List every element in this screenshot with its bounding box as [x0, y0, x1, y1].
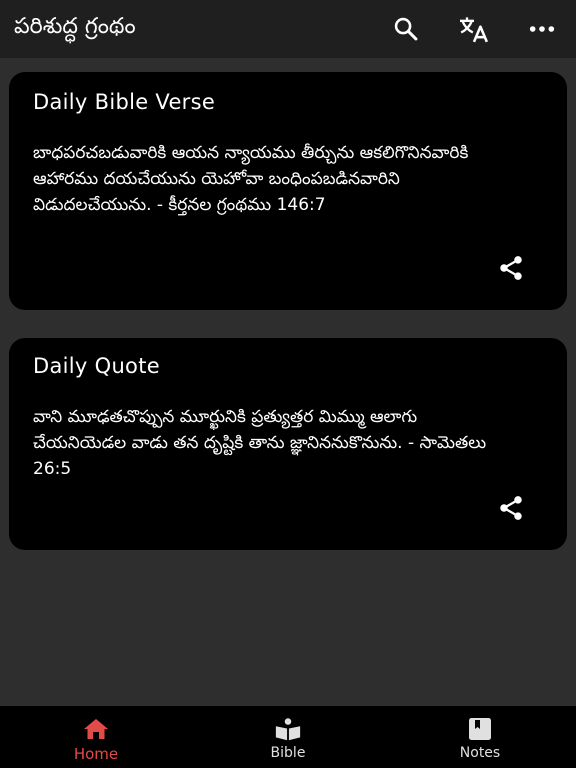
verse-text: బాధపరచబడువారికి ఆయన న్యాయము తీర్చును ఆకల…: [33, 143, 469, 215]
search-button[interactable]: [372, 0, 440, 58]
translate-button[interactable]: [440, 0, 508, 58]
share-quote-button[interactable]: [495, 492, 527, 524]
nav-notes[interactable]: Notes: [384, 706, 576, 768]
more-options-button[interactable]: [508, 0, 576, 58]
app-title: పరిశుద్ధ గ్రంథం: [14, 14, 136, 39]
card-title: Daily Bible Verse: [33, 90, 216, 114]
nav-label-home: Home: [73, 745, 119, 763]
share-icon: [500, 496, 522, 520]
quote-text: వాని మూఢతచొప్పున మూర్ఖునికి ప్రత్యుత్తర …: [33, 407, 487, 479]
bottom-navigation: Home Bible Notes: [0, 706, 576, 768]
home-content: Daily Bible Verse బాధపరచబడువారికి ఆయన న్…: [0, 58, 576, 706]
nav-label-bible: Bible: [270, 745, 306, 761]
daily-verse-card[interactable]: Daily Bible Verse బాధపరచబడువారికి ఆయన న్…: [9, 72, 567, 310]
app-bar-actions: [372, 0, 576, 58]
share-verse-button[interactable]: [495, 252, 527, 284]
daily-quote-card[interactable]: Daily Quote వాని మూఢతచొప్పున మూర్ఖునికి …: [9, 338, 567, 550]
share-icon: [500, 256, 522, 280]
bible-book-icon: [274, 716, 302, 742]
translate-icon: [460, 17, 489, 43]
nav-bible[interactable]: Bible: [192, 706, 384, 768]
top-app-bar: పరిశుద్ధ గ్రంథం: [0, 0, 576, 58]
nav-label-notes: Notes: [459, 745, 501, 761]
notes-icon: [466, 716, 494, 742]
more-vert-icon: [529, 26, 555, 32]
nav-home[interactable]: Home: [0, 706, 192, 768]
card-title: Daily Quote: [33, 354, 160, 378]
home-icon: [82, 716, 110, 742]
search-icon: [394, 17, 418, 41]
